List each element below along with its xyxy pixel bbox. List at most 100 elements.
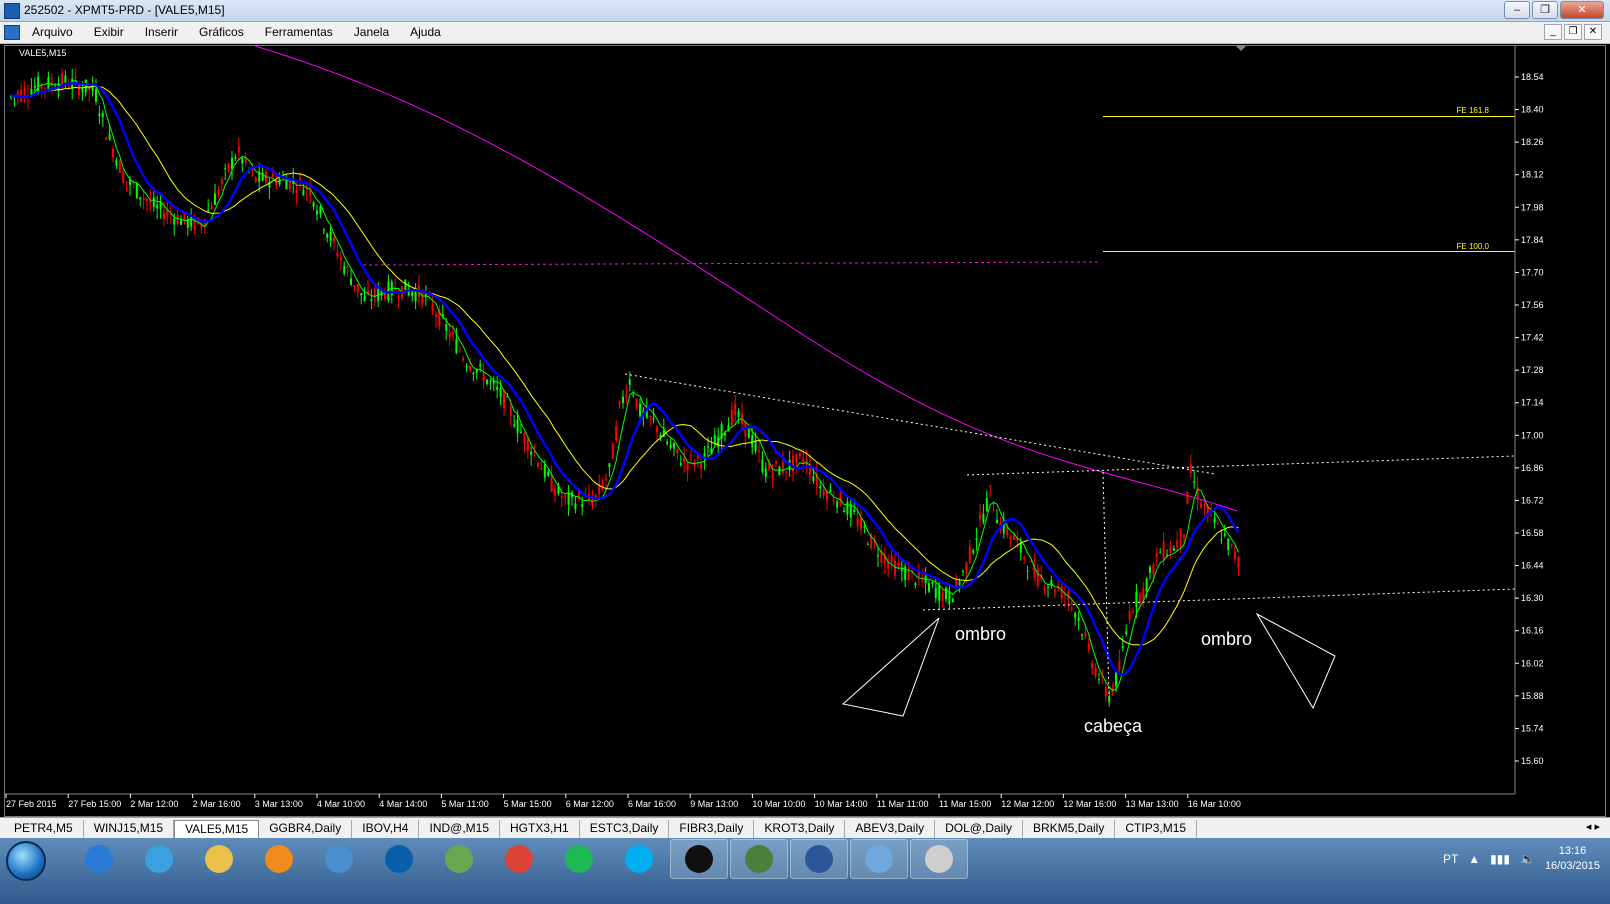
network-taskbar-button[interactable] [310, 839, 368, 879]
child-close-button[interactable]: ✕ [1584, 24, 1602, 40]
menu-janela[interactable]: Janela [354, 25, 389, 39]
candle-body [414, 291, 417, 302]
chart-tab[interactable]: HGTX3,H1 [500, 820, 580, 838]
price-chart[interactable]: VALE5,M15 18.54 18.40 18.26 18.12 17.98 17.84… [4, 45, 1606, 817]
close-button[interactable]: ✕ [1560, 1, 1604, 19]
chart-tab[interactable]: ABEV3,Daily [845, 820, 936, 838]
chart-doc-icon[interactable] [4, 25, 20, 40]
chart-tab[interactable]: GGBR4,Daily [259, 820, 353, 838]
menu-ferramentas[interactable]: Ferramentas [265, 25, 333, 39]
left-arrow-drawing [841, 617, 940, 717]
candle-body [972, 550, 975, 554]
candle-body [1179, 528, 1182, 545]
candle-body [958, 581, 961, 586]
candle-body [1060, 585, 1063, 599]
time-tick-label: 5 Mar 11:00 [441, 799, 488, 809]
spotify-taskbar-button[interactable] [550, 839, 608, 879]
candle-body [564, 494, 567, 497]
menu-arquivo[interactable]: Arquivo [32, 25, 73, 39]
folder-taskbar-button[interactable] [190, 839, 248, 879]
chrome-taskbar-button[interactable] [490, 839, 548, 879]
candle-body [894, 560, 896, 576]
photo-taskbar-button[interactable] [850, 839, 908, 879]
candle-body [156, 204, 159, 209]
candle-body [979, 514, 981, 520]
candle-body [605, 478, 607, 480]
candle-body [673, 443, 675, 449]
network-icon [325, 845, 353, 873]
chart-tab[interactable]: WINJ15,M15 [84, 820, 175, 838]
chart-tab[interactable]: IND@,M15 [419, 820, 501, 838]
skype-taskbar-button[interactable] [610, 839, 668, 879]
chart-tab[interactable]: CTIP3,M15 [1115, 820, 1198, 838]
language-indicator[interactable]: PT [1443, 852, 1458, 866]
candle-body [503, 390, 505, 409]
menu-exibir[interactable]: Exibir [94, 25, 124, 39]
restore-button[interactable]: ❐ [1532, 1, 1558, 19]
candle-body [948, 590, 951, 605]
start-button[interactable] [6, 841, 46, 881]
menu-inserir[interactable]: Inserir [145, 25, 178, 39]
clock-time: 13:16 [1558, 845, 1587, 857]
chart-tab[interactable]: IBOV,H4 [352, 820, 420, 838]
terminal-taskbar-button[interactable] [730, 839, 788, 879]
candle-body [758, 450, 760, 452]
candle-body [356, 284, 359, 292]
metatrader-taskbar-button[interactable] [430, 839, 488, 879]
chart-canvas[interactable]: VALE5,M15 18.54 18.40 18.26 18.12 17.98 17.84… [5, 46, 1607, 818]
word-taskbar-button[interactable] [790, 839, 848, 879]
candle-body [836, 501, 839, 508]
signal-icon[interactable]: ▮▮▮ [1490, 852, 1510, 866]
candle-body [992, 510, 995, 512]
candle-body [210, 206, 213, 210]
candle-body [333, 237, 335, 242]
candle-body [771, 470, 774, 479]
candle-body [360, 293, 363, 296]
candle-body [1193, 481, 1196, 483]
child-restore-button[interactable]: ❐ [1564, 24, 1582, 40]
paint-taskbar-button[interactable] [910, 839, 968, 879]
time-tick-label: 3 Mar 13:00 [255, 799, 303, 809]
chart-tab[interactable]: VALE5,M15 [174, 820, 260, 838]
price-tick-label: 16.86 [1521, 463, 1544, 473]
candle-body [469, 366, 471, 371]
chart-tab[interactable]: ESTC3,Daily [580, 820, 670, 838]
windows-explorer-taskbar-button[interactable] [70, 839, 128, 879]
candle-body [496, 386, 499, 390]
candle-body [533, 452, 536, 454]
internet-explorer-taskbar-button[interactable] [130, 839, 188, 879]
candle-body [135, 183, 138, 199]
xp-icon [685, 845, 713, 873]
candle-body [737, 411, 740, 417]
chart-tab[interactable]: PETR4,M5 [4, 820, 84, 838]
candle-body [1053, 589, 1056, 593]
minimize-button[interactable]: – [1504, 1, 1530, 19]
menu-ajuda[interactable]: Ajuda [410, 25, 441, 39]
candle-body [1047, 586, 1049, 588]
hp-taskbar-button[interactable] [370, 839, 428, 879]
clock[interactable]: 13:16 16/03/2015 [1545, 844, 1600, 874]
child-minimize-button[interactable]: _ [1544, 24, 1562, 40]
candle-body [822, 488, 825, 496]
price-tick-label: 15.74 [1521, 723, 1544, 733]
candle-body [547, 471, 550, 476]
chart-tab[interactable]: FIBR3,Daily [669, 820, 755, 838]
candle-body [445, 324, 448, 331]
chart-tab[interactable]: BRKM5,Daily [1023, 820, 1116, 838]
menu-items: Arquivo Exibir Inserir Gráficos Ferramen… [32, 25, 462, 39]
chart-tab[interactable]: DOL@,Daily [935, 820, 1023, 838]
price-tick-label: 17.84 [1521, 235, 1544, 245]
ma-long-line [254, 46, 1238, 512]
price-tick-label: 17.14 [1521, 398, 1544, 408]
show-hidden-icons[interactable]: ▲ [1468, 852, 1480, 866]
candle-body [982, 513, 985, 523]
symbol-label: VALE5,M15 [19, 48, 66, 58]
time-tick-label: 16 Mar 10:00 [1188, 799, 1241, 809]
tab-scroll-arrows[interactable]: ◂ ▸ [1586, 820, 1600, 833]
chart-tab[interactable]: KROT3,Daily [754, 820, 846, 838]
candle-body [163, 212, 165, 220]
xp-taskbar-button[interactable] [670, 839, 728, 879]
volume-icon[interactable]: 🔈 [1520, 852, 1535, 866]
media-player-taskbar-button[interactable] [250, 839, 308, 879]
menu-graficos[interactable]: Gráficos [199, 25, 244, 39]
